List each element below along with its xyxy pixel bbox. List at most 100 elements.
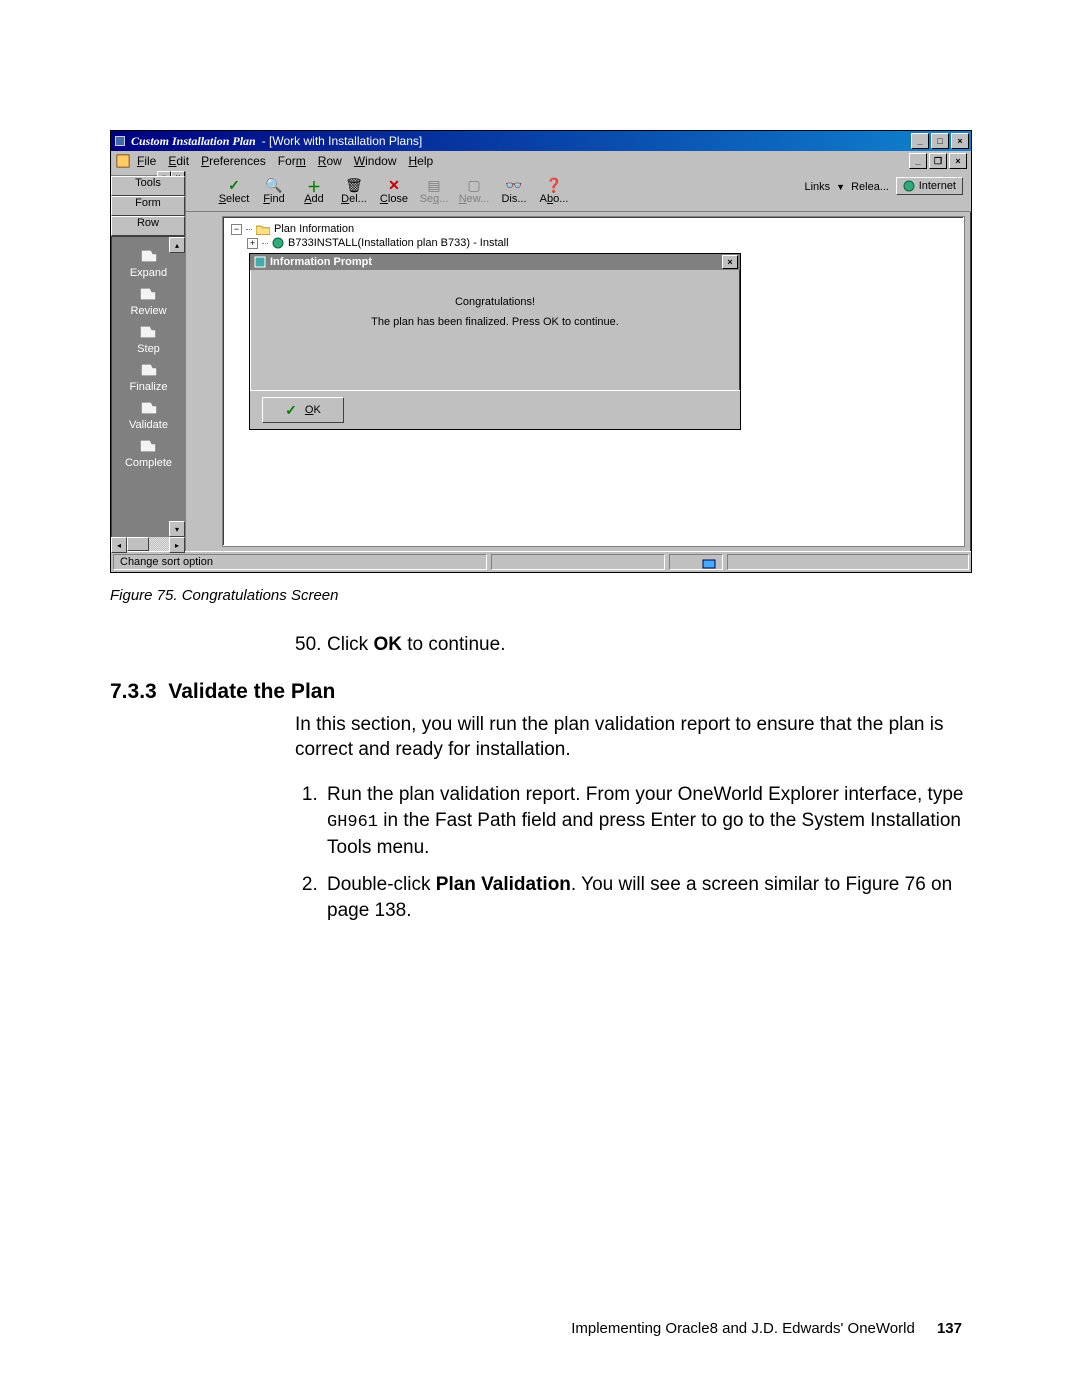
step-icon <box>137 323 159 341</box>
internet-icon <box>903 180 915 192</box>
sidebar-validate[interactable]: Validate <box>129 399 168 431</box>
expand-icon[interactable]: + <box>247 238 258 249</box>
review-icon <box>137 285 159 303</box>
page-footer: Implementing Oracle8 and J.D. Edwards' O… <box>0 1320 1080 1337</box>
list-item: Double-click Plan Validation. You will s… <box>323 872 970 923</box>
dialog-content: Congratulations! The plan has been final… <box>250 270 740 390</box>
tree-child-label: B733INSTALL(Installation plan B733) - In… <box>288 237 509 249</box>
tree-view: − Plan Information + B733INSTALL(Install… <box>222 216 965 547</box>
menu-file[interactable]: File <box>137 154 156 168</box>
tool-find[interactable]: 🔍Find <box>254 177 294 205</box>
folder-icon <box>256 224 270 235</box>
collapse-icon[interactable]: − <box>231 224 242 235</box>
complete-icon <box>137 437 159 455</box>
tool-seq: ▤Seq... <box>414 177 454 205</box>
status-icon <box>702 556 716 570</box>
tree-child-row[interactable]: + B733INSTALL(Installation plan B733) - … <box>247 237 956 249</box>
tool-del[interactable]: 🗑Del... <box>334 177 374 205</box>
help-icon: ❓ <box>534 177 574 193</box>
sidebar: ▾ × Tools Form Row ▴ Expand Review Step <box>111 171 186 551</box>
new-icon: ▢ <box>454 177 494 193</box>
sidebar-finalize[interactable]: Finalize <box>130 361 168 393</box>
status-cell-4 <box>727 554 969 570</box>
maximize-button[interactable]: □ <box>931 133 949 149</box>
ok-button[interactable]: ✓ OK <box>262 397 344 423</box>
menu-edit[interactable]: Edit <box>168 154 189 168</box>
tool-select[interactable]: ✓Select <box>214 177 254 205</box>
dialog-icon <box>254 256 266 268</box>
find-icon: 🔍 <box>254 177 294 193</box>
tree-root-row[interactable]: − Plan Information <box>231 223 956 235</box>
status-text: Change sort option <box>113 554 487 570</box>
figure-caption: Figure 75. Congratulations Screen <box>110 587 970 604</box>
sidebar-scroll-up[interactable]: ▴ <box>169 237 185 253</box>
section-heading: 7.3.3 Validate the Plan <box>110 680 970 704</box>
tool-close[interactable]: ✕Close <box>374 177 414 205</box>
close-button[interactable]: × <box>951 133 969 149</box>
menu-preferences[interactable]: Preferences <box>201 154 266 168</box>
mdi-minimize-button[interactable]: _ <box>909 153 927 169</box>
menu-row[interactable]: Row <box>318 154 342 168</box>
check-icon: ✓ <box>214 177 254 193</box>
sidebar-review[interactable]: Review <box>130 285 166 317</box>
sidebar-step[interactable]: Step <box>137 323 160 355</box>
sidebar-hscroll[interactable]: ◂ ▸ <box>111 537 185 551</box>
trash-icon: 🗑 <box>334 177 374 193</box>
globe-icon <box>272 237 284 249</box>
app-icon <box>113 134 127 148</box>
main-panel: ✓Select 🔍Find ＋Add 🗑Del... ✕Close ▤Seq..… <box>186 171 971 551</box>
hscroll-left-icon[interactable]: ◂ <box>111 537 127 553</box>
dis-icon: 👓 <box>494 177 534 193</box>
titlebar: Custom Installation Plan - [Work with In… <box>111 131 971 151</box>
sidebar-actions: ▴ Expand Review Step Finalize <box>111 236 185 537</box>
sidebar-expand[interactable]: Expand <box>130 247 167 279</box>
tool-new: ▢New... <box>454 177 494 205</box>
dialog-close-button[interactable]: × <box>722 255 738 269</box>
mdi-restore-button[interactable]: ❐ <box>929 153 947 169</box>
tool-abo[interactable]: ❓Abo... <box>534 177 574 205</box>
sidebar-tools-button[interactable]: Tools <box>111 176 185 196</box>
hscroll-right-icon[interactable]: ▸ <box>169 537 185 553</box>
menu-window[interactable]: Window <box>354 154 397 168</box>
app-window: Custom Installation Plan - [Work with In… <box>110 130 972 573</box>
chevron-down-icon[interactable]: ▼ <box>836 182 845 192</box>
statusbar: Change sort option <box>111 551 971 572</box>
mdi-close-button[interactable]: × <box>949 153 967 169</box>
dialog-line1: Congratulations! <box>270 296 720 308</box>
menu-help[interactable]: Help <box>408 154 433 168</box>
x-icon: ✕ <box>374 177 414 193</box>
dialog-titlebar: Information Prompt × <box>250 254 740 270</box>
links-relea[interactable]: Relea... <box>851 181 889 193</box>
tool-add[interactable]: ＋Add <box>294 177 334 205</box>
status-cell-2 <box>491 554 665 570</box>
minimize-button[interactable]: _ <box>911 133 929 149</box>
app-title: Custom Installation Plan <box>131 134 256 149</box>
tree-root-label: Plan Information <box>274 223 354 235</box>
sidebar-row-button[interactable]: Row <box>111 216 185 236</box>
sidebar-complete[interactable]: Complete <box>125 437 172 469</box>
section-intro: In this section, you will run the plan v… <box>295 712 970 763</box>
finalize-icon <box>138 361 160 379</box>
internet-button[interactable]: Internet <box>896 177 963 195</box>
step-50: 50.Click OK to continue. <box>295 632 970 658</box>
section-list: Run the plan validation report. From you… <box>295 782 970 924</box>
seq-icon: ▤ <box>414 177 454 193</box>
links-label: Links <box>804 181 830 193</box>
dialog-line2: The plan has been finalized. Press OK to… <box>270 316 720 328</box>
sidebar-form-button[interactable]: Form <box>111 196 185 216</box>
dialog-title: Information Prompt <box>270 256 372 268</box>
menu-form[interactable]: Form <box>278 154 306 168</box>
list-item: Run the plan validation report. From you… <box>323 782 970 860</box>
expand-icon <box>138 247 160 265</box>
app-subtitle: - [Work with Installation Plans] <box>262 134 423 148</box>
tool-dis[interactable]: 👓Dis... <box>494 177 534 205</box>
menubar: File Edit Preferences Form Row Window He… <box>111 151 971 171</box>
info-prompt-dialog: Information Prompt × Congratulations! Th… <box>249 253 741 430</box>
check-icon: ✓ <box>285 402 297 419</box>
status-cell-3 <box>669 554 723 570</box>
sidebar-scroll-down[interactable]: ▾ <box>169 521 185 537</box>
links-group: Links ▼ Relea... <box>804 181 889 193</box>
step-number: 50. <box>295 632 327 658</box>
plus-icon: ＋ <box>294 177 334 193</box>
toolbar: ✓Select 🔍Find ＋Add 🗑Del... ✕Close ▤Seq..… <box>186 171 971 212</box>
